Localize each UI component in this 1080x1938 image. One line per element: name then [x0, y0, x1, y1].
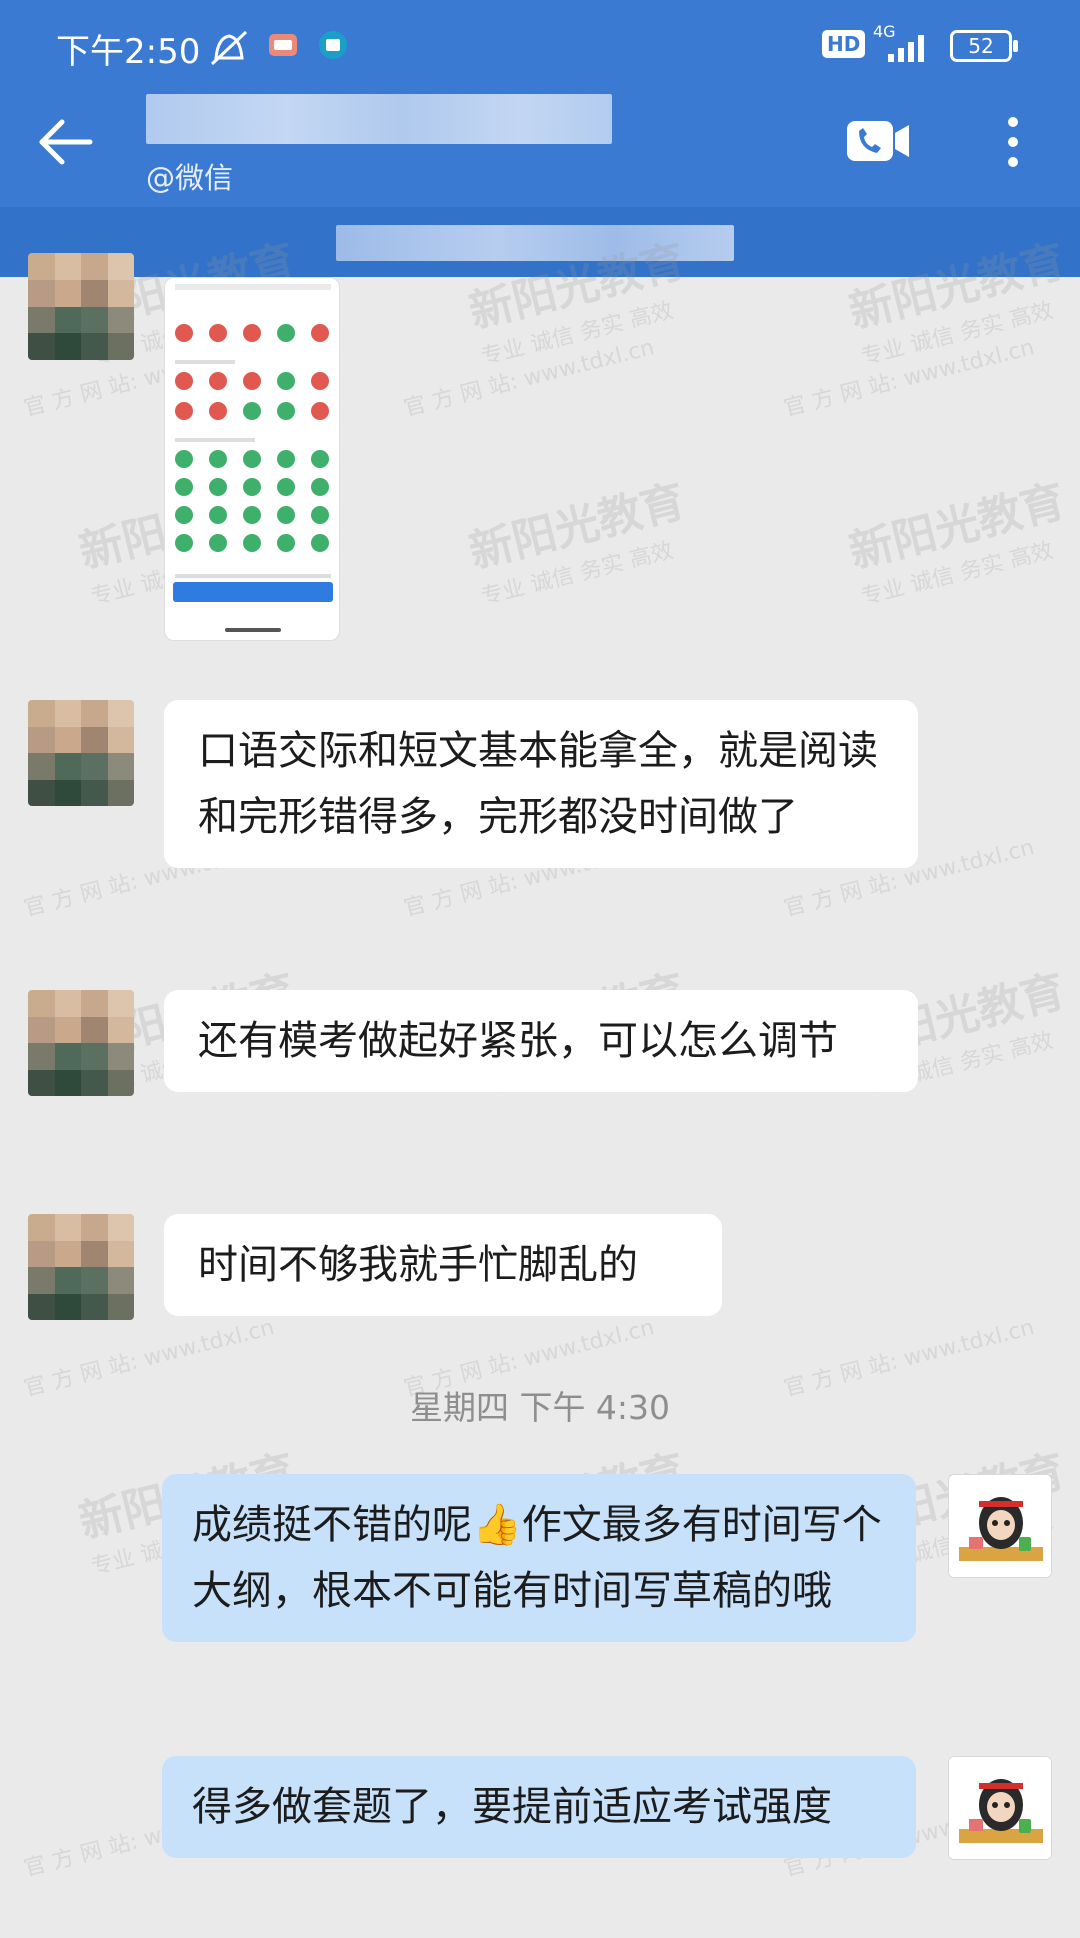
image-message[interactable] [164, 277, 340, 641]
back-arrow-icon[interactable] [36, 112, 96, 172]
app-notification-icon [269, 34, 297, 56]
chat-header: 下午2:50 HD 4G 52 @微信 [0, 0, 1080, 207]
hd-badge: HD [822, 30, 866, 58]
contact-avatar[interactable] [28, 253, 134, 360]
video-call-icon[interactable] [845, 117, 911, 165]
app-notification-icon-2 [319, 31, 347, 59]
mute-icon [210, 30, 248, 66]
my-message-bubble[interactable]: 得多做套题了，要提前适应考试强度 [162, 1756, 916, 1858]
my-avatar[interactable] [948, 1756, 1052, 1860]
cartoon-avatar-icon [949, 1475, 1051, 1577]
contact-avatar[interactable] [28, 990, 134, 1096]
battery-level: 52 [968, 34, 994, 58]
contact-avatar[interactable] [28, 700, 134, 806]
battery-tip [1013, 40, 1018, 52]
message-bubble[interactable]: 还有模考做起好紧张，可以怎么调节 [164, 990, 918, 1092]
my-message-bubble[interactable]: 成绩挺不错的呢👍作文最多有时间写个大纲，根本不可能有时间写草稿的哦 [162, 1474, 916, 1642]
message-bubble[interactable]: 时间不够我就手忙脚乱的 [164, 1214, 722, 1316]
chat-source: @微信 [146, 161, 234, 195]
watermark: 新阳光教育专业 诚信 务实 高效 [464, 475, 691, 611]
status-time: 下午2:50 [56, 32, 201, 72]
signal-icon [888, 35, 924, 62]
watermark-site: 官 方 网 站: www.tdxl.cn [401, 335, 657, 422]
message-bubble[interactable]: 口语交际和短文基本能拿全，就是阅读和完形错得多，完形都没时间做了 [164, 700, 918, 868]
chat-timestamp: 星期四 下午 4:30 [409, 1388, 671, 1427]
watermark-site: 官 方 网 站: www.tdxl.cn [781, 335, 1037, 422]
chat-info-redacted [336, 225, 734, 261]
battery-icon: 52 [950, 30, 1012, 62]
contact-name-redacted [146, 94, 612, 144]
watermark: 新阳光教育专业 诚信 务实 高效 [844, 475, 1071, 611]
status-bar: 下午2:50 HD 4G 52 [0, 0, 1080, 92]
more-options-icon[interactable] [998, 114, 1028, 170]
cartoon-avatar-icon [949, 1757, 1051, 1859]
contact-avatar[interactable] [28, 1214, 134, 1320]
my-avatar[interactable] [948, 1474, 1052, 1578]
